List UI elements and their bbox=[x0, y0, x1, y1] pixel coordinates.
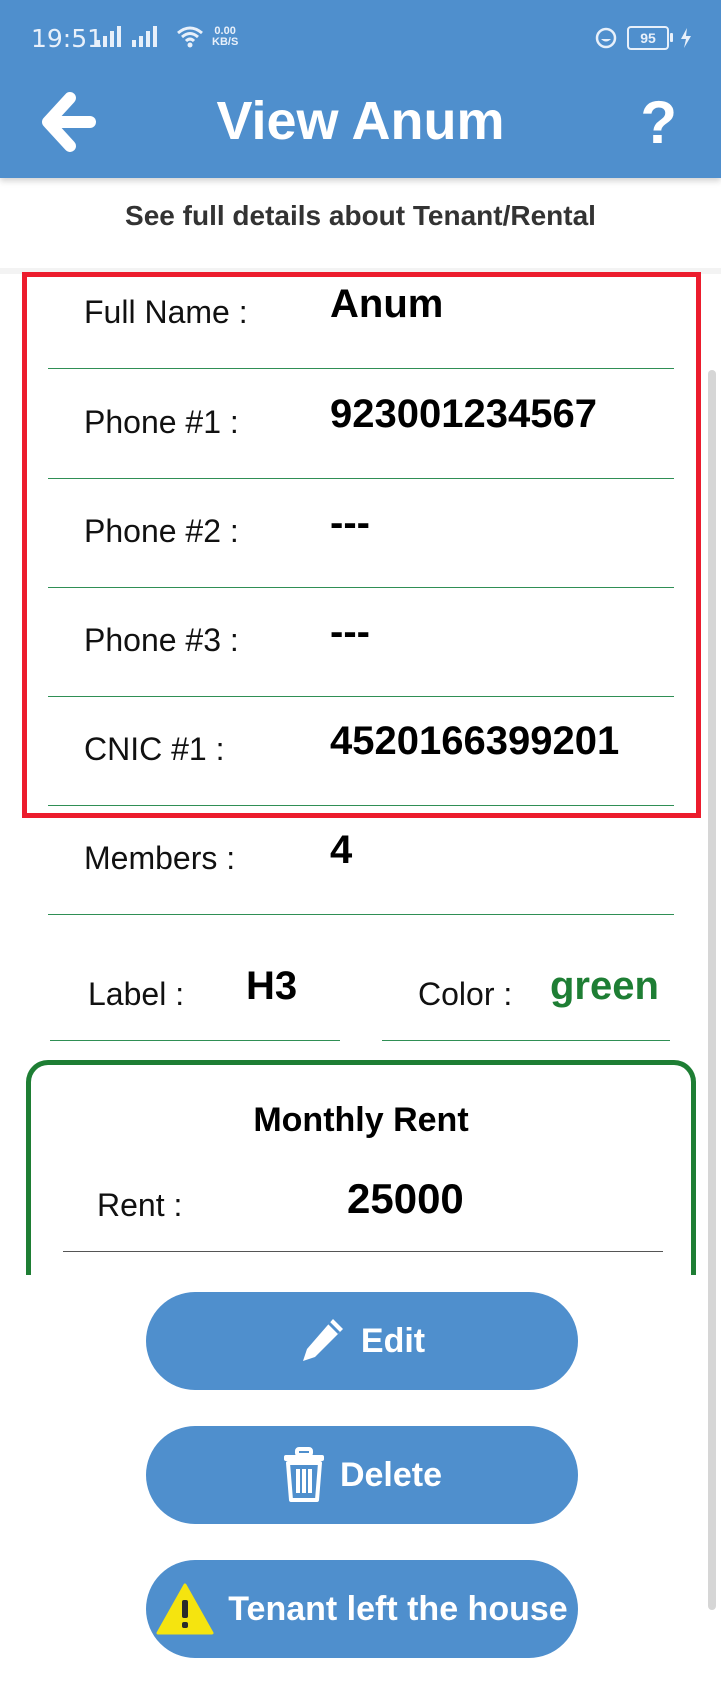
charging-icon bbox=[681, 28, 691, 48]
monthly-rent-card: Monthly Rent Rent : 25000 bbox=[26, 1060, 696, 1275]
network-speed: 0.00 KB/S bbox=[212, 25, 239, 48]
label-value: H3 bbox=[246, 964, 298, 1008]
page-subtitle: See full details about Tenant/Rental bbox=[125, 200, 596, 231]
members-value: 4 bbox=[330, 828, 353, 872]
signal-icon bbox=[96, 25, 121, 47]
tenant-left-label: Tenant left the house bbox=[228, 1589, 568, 1628]
color-field: Color : green bbox=[382, 954, 670, 1041]
app-notification-icon bbox=[595, 27, 617, 49]
rent-value: 25000 bbox=[347, 1175, 464, 1222]
members-label: Members : bbox=[84, 840, 236, 876]
color-label: Color : bbox=[418, 976, 513, 1012]
question-mark-icon: ? bbox=[640, 89, 677, 156]
app-header: 19:51 0.00 KB/S 95 View Anum ? bbox=[0, 0, 721, 178]
battery-icon: 95 bbox=[627, 26, 673, 50]
page-title: View Anum bbox=[216, 91, 505, 151]
delete-button[interactable]: Delete bbox=[146, 1426, 578, 1524]
status-right: 95 bbox=[595, 26, 693, 50]
rent-underline bbox=[63, 1251, 663, 1252]
rent-label: Rent : bbox=[97, 1187, 183, 1223]
trash-icon bbox=[283, 1447, 324, 1502]
label-label: Label : bbox=[88, 976, 185, 1012]
monthly-rent-title: Monthly Rent bbox=[253, 1101, 469, 1139]
members-row: Members : 4 bbox=[48, 804, 674, 915]
tenant-left-button[interactable]: Tenant left the house bbox=[146, 1560, 578, 1658]
scrollbar[interactable] bbox=[708, 370, 716, 1610]
status-bar: 19:51 0.00 KB/S 95 bbox=[0, 0, 721, 72]
highlight-box bbox=[22, 272, 701, 818]
edit-button[interactable]: Edit bbox=[146, 1292, 578, 1390]
label-field: Label : H3 bbox=[50, 954, 340, 1041]
warning-icon bbox=[156, 1583, 214, 1635]
help-button[interactable]: ? bbox=[640, 88, 677, 157]
delete-label: Delete bbox=[339, 1455, 443, 1494]
status-time: 19:51 bbox=[31, 24, 104, 53]
edit-label: Edit bbox=[360, 1321, 426, 1360]
signal-icon bbox=[132, 25, 157, 47]
color-value: green bbox=[550, 964, 659, 1008]
pencil-icon bbox=[302, 1319, 343, 1361]
wifi-icon bbox=[177, 26, 203, 48]
